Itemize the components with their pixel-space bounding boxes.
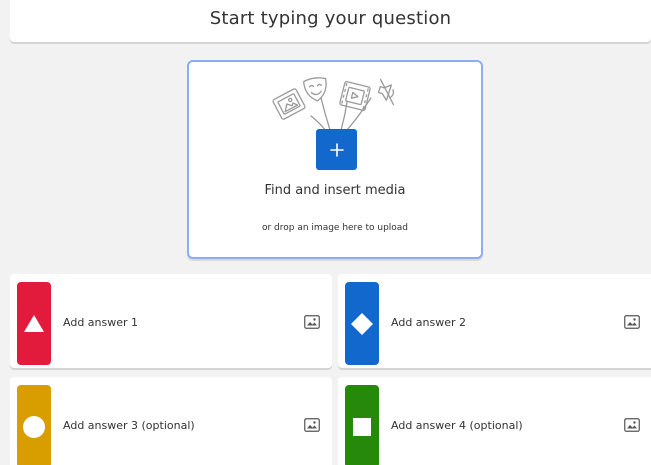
media-title: Find and insert media xyxy=(264,183,406,198)
answer-1-color-block xyxy=(17,282,51,365)
image-icon[interactable] xyxy=(304,315,320,329)
image-icon[interactable] xyxy=(624,315,640,329)
answer-card-4[interactable]: Add answer 4 (optional) xyxy=(338,377,651,465)
add-media-button[interactable] xyxy=(316,129,357,170)
answer-4-color-block xyxy=(345,385,379,465)
plus-icon xyxy=(329,142,344,157)
answer-3-color-block xyxy=(17,385,51,465)
triangle-icon xyxy=(24,314,44,332)
question-placeholder: Start typing your question xyxy=(209,7,452,29)
image-icon[interactable] xyxy=(304,418,320,432)
answer-2-label[interactable]: Add answer 2 xyxy=(391,316,466,329)
answer-card-3[interactable]: Add answer 3 (optional) xyxy=(10,377,332,465)
answer-4-label[interactable]: Add answer 4 (optional) xyxy=(391,419,523,432)
square-icon xyxy=(353,417,371,436)
media-subtitle: or drop an image here to upload xyxy=(261,223,409,233)
answer-card-1[interactable]: Add answer 1 xyxy=(10,274,332,368)
media-drop-zone[interactable]: Find and insert media or drop an image h… xyxy=(187,60,483,259)
answer-card-2[interactable]: Add answer 2 xyxy=(338,274,651,368)
answer-2-color-block xyxy=(345,282,379,365)
answer-3-label[interactable]: Add answer 3 (optional) xyxy=(63,419,195,432)
media-illustration-icon xyxy=(272,77,395,131)
question-input[interactable]: Start typing your question xyxy=(10,0,651,42)
diamond-icon xyxy=(351,312,373,335)
image-icon[interactable] xyxy=(624,418,640,432)
circle-icon xyxy=(23,415,45,438)
answer-1-label[interactable]: Add answer 1 xyxy=(63,316,138,329)
